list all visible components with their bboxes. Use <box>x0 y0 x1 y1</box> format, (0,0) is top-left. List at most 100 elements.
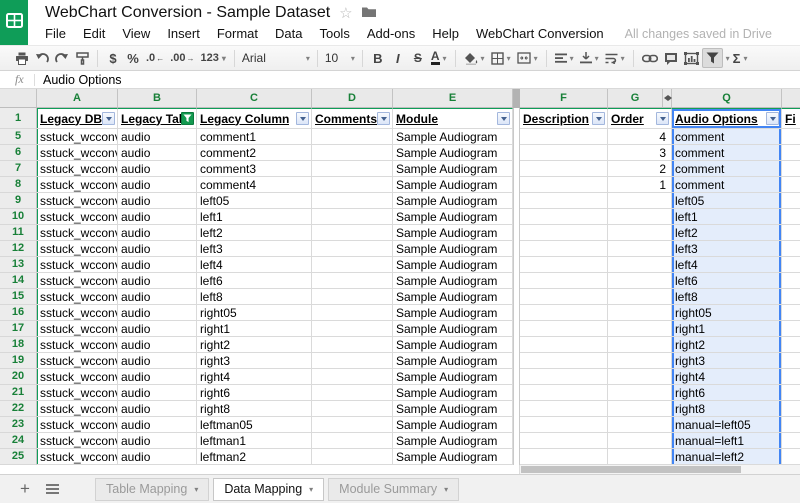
row-number[interactable]: 24 <box>0 433 37 449</box>
font-name-select[interactable]: Arial▾ <box>240 48 312 68</box>
cell[interactable]: right05 <box>672 305 782 321</box>
cell[interactable]: audio <box>118 273 197 289</box>
cell[interactable] <box>782 401 800 417</box>
cell[interactable]: sstuck_wcconv <box>37 225 118 241</box>
cell[interactable]: sstuck_wcconv <box>37 337 118 353</box>
cell[interactable]: left3 <box>672 241 782 257</box>
column-letter-D[interactable]: D <box>312 89 393 108</box>
cell[interactable] <box>608 353 672 369</box>
row-number[interactable]: 13 <box>0 257 37 273</box>
cell[interactable] <box>608 305 672 321</box>
row-number[interactable]: 25 <box>0 449 37 465</box>
cell[interactable] <box>520 401 608 417</box>
row-number[interactable]: 21 <box>0 385 37 401</box>
row-number[interactable]: 6 <box>0 145 37 161</box>
cell[interactable]: right6 <box>672 385 782 401</box>
cell[interactable] <box>608 433 672 449</box>
cell[interactable]: audio <box>118 225 197 241</box>
cell[interactable] <box>312 129 393 145</box>
cell[interactable] <box>312 209 393 225</box>
cell[interactable] <box>608 257 672 273</box>
cell[interactable]: left4 <box>197 257 312 273</box>
merge-cells-button[interactable]: ▾ <box>514 48 541 68</box>
cell[interactable]: comment <box>672 177 782 193</box>
filter-dropdown-button[interactable] <box>497 112 510 125</box>
cell[interactable]: leftman2 <box>197 449 312 465</box>
cell[interactable] <box>608 241 672 257</box>
cell[interactable]: sstuck_wcconv <box>37 177 118 193</box>
cell[interactable]: sstuck_wcconv <box>37 209 118 225</box>
cell[interactable]: leftman05 <box>197 417 312 433</box>
cell[interactable] <box>782 145 800 161</box>
cell[interactable]: audio <box>118 417 197 433</box>
cell[interactable]: audio <box>118 145 197 161</box>
percent-format-button[interactable]: % <box>123 48 143 68</box>
cell[interactable] <box>608 273 672 289</box>
menu-file[interactable]: File <box>45 26 66 41</box>
row-number[interactable]: 17 <box>0 321 37 337</box>
cell[interactable] <box>520 209 608 225</box>
header-cell-order[interactable]: Order <box>608 108 672 129</box>
cell[interactable]: audio <box>118 305 197 321</box>
cell[interactable] <box>782 305 800 321</box>
cell[interactable]: sstuck_wcconv <box>37 289 118 305</box>
cell[interactable]: Sample Audiogram <box>393 129 513 145</box>
sheets-logo[interactable] <box>0 0 28 45</box>
cell[interactable]: manual=left05 <box>672 417 782 433</box>
cell[interactable]: comment2 <box>197 145 312 161</box>
column-letter-Q[interactable]: Q <box>672 89 782 108</box>
number-format-button[interactable]: 123▾ <box>197 48 228 68</box>
cell[interactable]: right8 <box>197 401 312 417</box>
menu-webchart-conversion[interactable]: WebChart Conversion <box>476 26 604 41</box>
cell[interactable] <box>782 241 800 257</box>
cell[interactable] <box>782 337 800 353</box>
header-cell-audio-options[interactable]: Audio Options <box>672 108 782 129</box>
cell[interactable]: Sample Audiogram <box>393 289 513 305</box>
vertical-align-button[interactable]: ▾ <box>577 48 602 68</box>
cell[interactable] <box>312 337 393 353</box>
cell[interactable]: left6 <box>197 273 312 289</box>
cell[interactable] <box>520 145 608 161</box>
cell[interactable] <box>608 209 672 225</box>
cell[interactable]: audio <box>118 241 197 257</box>
cell[interactable] <box>782 177 800 193</box>
document-title[interactable]: WebChart Conversion - Sample Dataset <box>45 4 330 22</box>
cell[interactable]: comment <box>672 161 782 177</box>
cell[interactable]: audio <box>118 193 197 209</box>
cell[interactable]: sstuck_wcconv <box>37 257 118 273</box>
menu-insert[interactable]: Insert <box>167 26 200 41</box>
cell[interactable] <box>608 225 672 241</box>
cell[interactable]: left8 <box>672 289 782 305</box>
redo-button[interactable] <box>52 48 72 68</box>
cell[interactable]: right4 <box>672 369 782 385</box>
row-number[interactable]: 19 <box>0 353 37 369</box>
cell[interactable] <box>520 353 608 369</box>
cell[interactable] <box>520 257 608 273</box>
cell[interactable] <box>312 193 393 209</box>
row-number[interactable]: 12 <box>0 241 37 257</box>
cell[interactable] <box>520 273 608 289</box>
header-cell-fi[interactable]: Fi <box>782 108 800 129</box>
cell[interactable] <box>520 129 608 145</box>
cell[interactable]: right2 <box>197 337 312 353</box>
cell[interactable] <box>782 273 800 289</box>
cell[interactable]: Sample Audiogram <box>393 193 513 209</box>
cell[interactable]: audio <box>118 385 197 401</box>
cell[interactable] <box>520 161 608 177</box>
cell[interactable] <box>782 193 800 209</box>
header-cell-legacy-table[interactable]: Legacy Table <box>118 108 197 129</box>
cell[interactable]: audio <box>118 321 197 337</box>
cell[interactable]: audio <box>118 177 197 193</box>
cell[interactable]: manual=left2 <box>672 449 782 465</box>
filter-dropdown-button[interactable] <box>766 112 779 125</box>
cell[interactable] <box>520 369 608 385</box>
cell[interactable]: leftman1 <box>197 433 312 449</box>
cell[interactable] <box>782 321 800 337</box>
cell[interactable]: audio <box>118 433 197 449</box>
row-number[interactable]: 16 <box>0 305 37 321</box>
add-sheet-button[interactable]: + <box>12 479 38 499</box>
cell[interactable]: sstuck_wcconv <box>37 161 118 177</box>
header-cell-comments[interactable]: Comments <box>312 108 393 129</box>
cell[interactable] <box>608 337 672 353</box>
filter-dropdown-button[interactable] <box>656 112 669 125</box>
